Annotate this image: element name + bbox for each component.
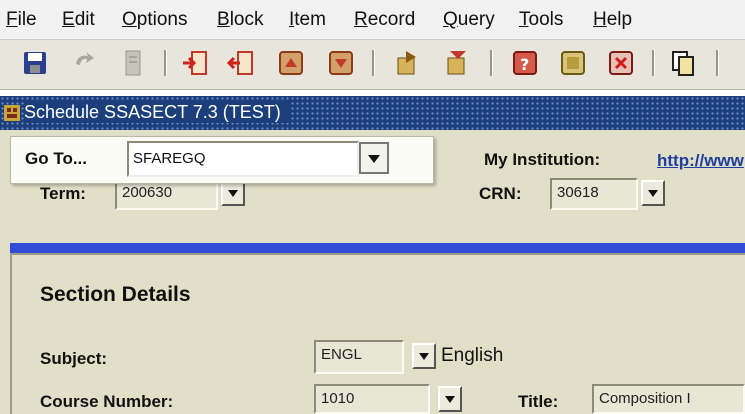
crn-lov-button[interactable]: [641, 180, 665, 206]
goto-label: Go To...: [25, 149, 88, 168]
remove-record-icon[interactable]: [226, 48, 256, 78]
goto-panel: Go To... SFAREGQ: [10, 136, 434, 184]
rollback-icon[interactable]: [70, 48, 100, 78]
title-field[interactable]: Composition I: [592, 384, 745, 414]
section-heading: Section Details: [40, 283, 191, 306]
save-icon[interactable]: [20, 48, 50, 78]
enter-query-icon[interactable]: [392, 48, 422, 78]
subject-lov-button[interactable]: [412, 343, 436, 369]
copy-icon[interactable]: [668, 48, 698, 78]
menu-bar: File Edit Options Block Item Record Quer…: [0, 0, 745, 40]
toolbar-separator: [164, 50, 167, 76]
course-number-label: Course Number:: [40, 392, 174, 411]
help-icon[interactable]: ?: [510, 48, 540, 78]
toolbar-separator: [372, 50, 375, 76]
toolbar-separator: [652, 50, 655, 76]
cancel-icon[interactable]: [606, 48, 636, 78]
window-title: Schedule SSASECT 7.3 (TEST): [24, 102, 291, 123]
institution-link[interactable]: http://www: [657, 151, 744, 171]
term-label: Term:: [40, 184, 86, 203]
menu-edit[interactable]: Edit: [62, 9, 95, 31]
goto-dropdown-button[interactable]: [359, 142, 389, 174]
subject-description: English: [441, 345, 504, 366]
block-separator-bar: [10, 243, 745, 253]
svg-text:?: ?: [520, 55, 529, 74]
print-icon[interactable]: [118, 48, 148, 78]
subject-label: Subject:: [40, 349, 108, 368]
menu-record[interactable]: Record: [354, 9, 415, 31]
insert-record-icon[interactable]: [180, 48, 210, 78]
crn-label: CRN:: [479, 184, 522, 203]
menu-query[interactable]: Query: [443, 9, 495, 31]
menu-options[interactable]: Options: [122, 9, 187, 31]
crn-field[interactable]: 30618: [550, 178, 638, 210]
title-label: Title:: [518, 392, 559, 411]
toolbar-separator: [716, 50, 719, 76]
toolbar-separator: [490, 50, 493, 76]
menu-block[interactable]: Block: [217, 9, 263, 31]
next-block-icon[interactable]: [326, 48, 356, 78]
menu-file[interactable]: File: [6, 9, 37, 31]
window-titlebar: Schedule SSASECT 7.3 (TEST): [0, 96, 745, 130]
course-number-field[interactable]: 1010: [314, 384, 430, 414]
exit-icon[interactable]: [558, 48, 588, 78]
goto-input[interactable]: SFAREGQ: [127, 141, 359, 177]
menu-tools[interactable]: Tools: [519, 9, 563, 31]
previous-block-icon[interactable]: [276, 48, 306, 78]
menu-help[interactable]: Help: [593, 9, 632, 31]
toolbar: ?: [0, 40, 745, 90]
execute-query-icon[interactable]: [442, 48, 472, 78]
app-icon: [4, 105, 20, 121]
institution-label: My Institution:: [484, 150, 601, 169]
subject-field[interactable]: ENGL: [314, 340, 404, 374]
menu-item[interactable]: Item: [289, 9, 326, 31]
course-number-lov-button[interactable]: [438, 386, 462, 412]
